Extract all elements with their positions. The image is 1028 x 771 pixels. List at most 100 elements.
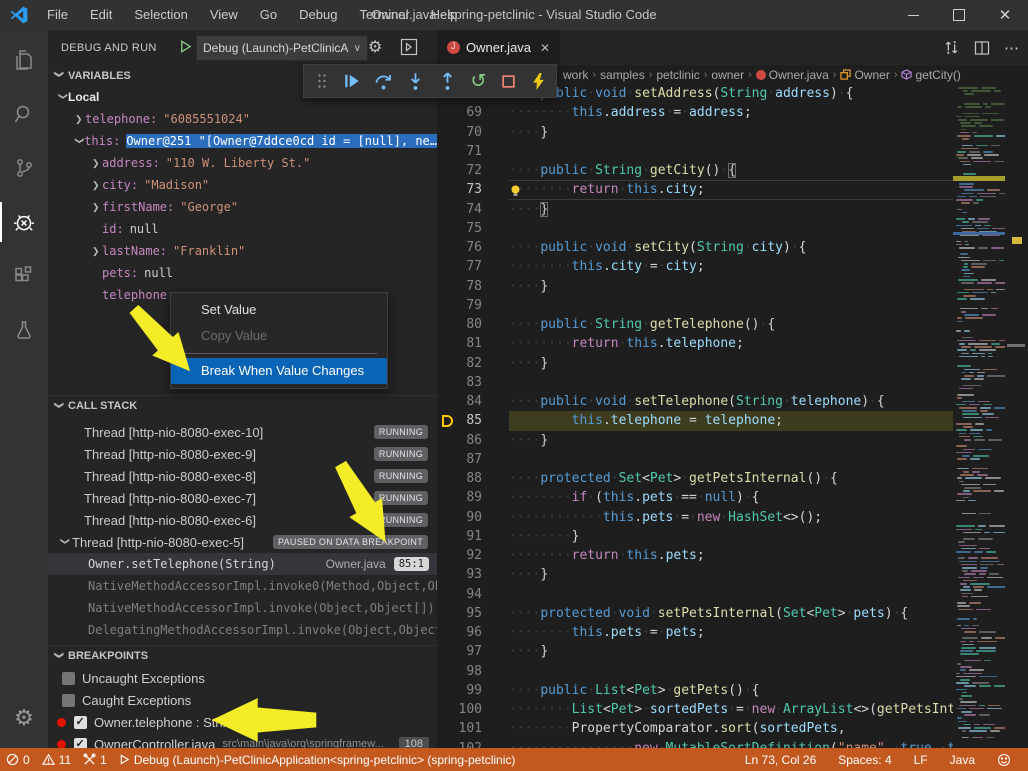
code-line-content[interactable]: ····protected·Set<Pet>·getPetsInternal()… xyxy=(509,469,953,488)
line-number[interactable]: 70 xyxy=(437,123,509,142)
line-number[interactable]: 74 xyxy=(437,200,509,219)
line-number[interactable]: 101 xyxy=(437,719,509,738)
menu-edit[interactable]: Edit xyxy=(79,0,123,30)
code-editor[interactable]: 68····public·void·setAddress(String·addr… xyxy=(437,84,1005,748)
variable-row-address[interactable]: ❯address:"110 W. Liberty St." xyxy=(48,152,437,174)
code-line-101[interactable]: 101········PropertyComparator.sort(sorte… xyxy=(437,719,1005,738)
variable-row-this[interactable]: ❯this:Owner@251 "[Owner@7ddce0cd id = [n… xyxy=(48,130,437,152)
code-line-77[interactable]: 77········this.city·=·city; xyxy=(437,257,1005,276)
code-line-content[interactable]: ········this.telephone·=·telephone; xyxy=(509,411,953,430)
twistie-icon[interactable]: ❯ xyxy=(92,158,102,169)
code-line-content[interactable] xyxy=(509,662,953,681)
code-line-76[interactable]: 76····public·void·setCity(String·city)·{ xyxy=(437,238,1005,257)
status-eol[interactable]: LF xyxy=(907,748,935,771)
code-line-content[interactable]: ········List<Pet>·sortedPets·=·new·Array… xyxy=(509,700,953,719)
code-line-100[interactable]: 100········List<Pet>·sortedPets·=·new·Ar… xyxy=(437,700,1005,719)
menu-selection[interactable]: Selection xyxy=(123,0,198,30)
twistie-icon[interactable]: ❯ xyxy=(75,114,85,125)
code-line-content[interactable]: ········return·this.city; xyxy=(509,180,953,199)
breakpoint-checkbox[interactable] xyxy=(62,672,75,685)
code-line-102[interactable]: 102················new·MutableSortDefini… xyxy=(437,739,1005,749)
breadcrumb-item-ownerjava[interactable]: Owner.java xyxy=(769,68,829,82)
navigate-back-forward-icon[interactable] xyxy=(943,39,960,56)
thread-row[interactable]: Thread [http-nio-8080-exec-10]RUNNING xyxy=(48,421,437,443)
line-number[interactable]: 94 xyxy=(437,585,509,604)
code-line-85[interactable]: 85········this.telephone·=·telephone; xyxy=(437,411,1005,430)
code-line-content[interactable]: ····public·String·getTelephone()·{ xyxy=(509,315,953,334)
code-line-content[interactable]: ········return·this.telephone; xyxy=(509,334,953,353)
breadcrumb-item-owner[interactable]: owner xyxy=(711,68,744,82)
line-number[interactable]: 91 xyxy=(437,527,509,546)
status-errors[interactable]: 0 xyxy=(0,748,36,771)
minimap[interactable] xyxy=(953,84,1005,748)
line-number[interactable]: 98 xyxy=(437,662,509,681)
stop-icon[interactable] xyxy=(500,71,517,91)
breadcrumb-item-samples[interactable]: samples xyxy=(600,68,645,82)
code-line-content[interactable] xyxy=(509,219,953,238)
code-line-78[interactable]: 78····} xyxy=(437,277,1005,296)
variable-row-lastname[interactable]: ❯lastName:"Franklin" xyxy=(48,240,437,262)
maximize-button[interactable] xyxy=(936,0,982,30)
code-line-content[interactable] xyxy=(509,585,953,604)
stack-frame-row[interactable]: NativeMethodAccessorImpl.invoke(Object,O… xyxy=(48,597,437,619)
line-number[interactable]: 75 xyxy=(437,219,509,238)
code-line-99[interactable]: 99····public·List<Pet>·getPets()·{ xyxy=(437,681,1005,700)
code-line-content[interactable]: ····public·void·setCity(String·city)·{ xyxy=(509,238,953,257)
code-line-90[interactable]: 90············this.pets·=·new·HashSet<>(… xyxy=(437,508,1005,527)
line-number[interactable]: 78 xyxy=(437,277,509,296)
line-number[interactable]: 102 xyxy=(437,739,509,749)
line-number[interactable]: 84 xyxy=(437,392,509,411)
code-line-86[interactable]: 86····} xyxy=(437,431,1005,450)
close-tab-icon[interactable]: ✕ xyxy=(540,41,550,55)
line-number[interactable]: 69 xyxy=(437,103,509,122)
code-line-95[interactable]: 95····protected·void·setPetsInternal(Set… xyxy=(437,604,1005,623)
code-line-content[interactable]: ········this.city·=·city; xyxy=(509,257,953,276)
code-line-content[interactable]: ····} xyxy=(509,354,953,373)
menu-file[interactable]: File xyxy=(36,0,79,30)
code-line-content[interactable]: ················new·MutableSortDefinitio… xyxy=(509,739,953,749)
code-line-content[interactable]: ····} xyxy=(509,123,953,142)
twistie-icon[interactable]: ❯ xyxy=(92,246,102,257)
twistie-icon[interactable]: ❯ xyxy=(60,537,71,547)
code-line-content[interactable]: ············this.pets·=·new·HashSet<>(); xyxy=(509,508,953,527)
more-actions-icon[interactable]: ⋯ xyxy=(1004,39,1020,57)
status-java-build-status[interactable]: 1 xyxy=(77,748,113,771)
open-debug-console-icon[interactable] xyxy=(400,38,418,56)
sidebar-item-explorer[interactable] xyxy=(0,38,48,82)
code-line-89[interactable]: 89········if·(this.pets·==·null)·{ xyxy=(437,488,1005,507)
line-number[interactable]: 83 xyxy=(437,373,509,392)
code-line-content[interactable]: ········PropertyComparator.sort(sortedPe… xyxy=(509,719,953,738)
line-number[interactable]: 100 xyxy=(437,700,509,719)
twistie-icon[interactable]: ❯ xyxy=(92,202,102,213)
menu-item-set-value[interactable]: Set Value xyxy=(171,297,387,323)
line-number[interactable]: 79 xyxy=(437,296,509,315)
code-line-82[interactable]: 82····} xyxy=(437,354,1005,373)
continue-icon[interactable] xyxy=(343,71,361,91)
code-line-content[interactable]: ········this.address·=·address; xyxy=(509,103,953,122)
breakpoints-section-header[interactable]: ❯ BREAKPOINTS xyxy=(48,645,437,666)
code-line-content[interactable] xyxy=(509,450,953,469)
sidebar-item-source-control[interactable] xyxy=(0,146,48,190)
thread-row[interactable]: Thread [http-nio-8080-exec-8]RUNNING xyxy=(48,465,437,487)
menu-go[interactable]: Go xyxy=(249,0,288,30)
sidebar-item-search[interactable] xyxy=(0,92,48,136)
breadcrumb-item-getcity[interactable]: getCity() xyxy=(915,68,960,82)
lightbulb-icon[interactable] xyxy=(510,185,521,197)
line-number[interactable]: 99 xyxy=(437,681,509,700)
line-number[interactable]: 97 xyxy=(437,642,509,661)
menu-view[interactable]: View xyxy=(199,0,249,30)
code-line-content[interactable]: ····protected·void·setPetsInternal(Set<P… xyxy=(509,604,953,623)
twistie-icon[interactable]: ❯ xyxy=(58,92,69,102)
step-out-icon[interactable] xyxy=(438,71,457,91)
code-line-83[interactable]: 83 xyxy=(437,373,1005,392)
code-line-content[interactable]: ········return·this.pets; xyxy=(509,546,953,565)
close-button[interactable]: ✕ xyxy=(982,0,1028,30)
code-line-content[interactable]: ········if·(this.pets·==·null)·{ xyxy=(509,488,953,507)
line-number[interactable]: 76 xyxy=(437,238,509,257)
line-number[interactable]: 85 xyxy=(437,411,509,430)
code-line-content[interactable]: ····} xyxy=(509,200,953,219)
line-number[interactable]: 93 xyxy=(437,565,509,584)
variable-row-telephone[interactable]: ❯telephone:"6085551024" xyxy=(48,108,437,130)
code-line-content[interactable]: ····} xyxy=(509,642,953,661)
line-number[interactable]: 86 xyxy=(437,431,509,450)
